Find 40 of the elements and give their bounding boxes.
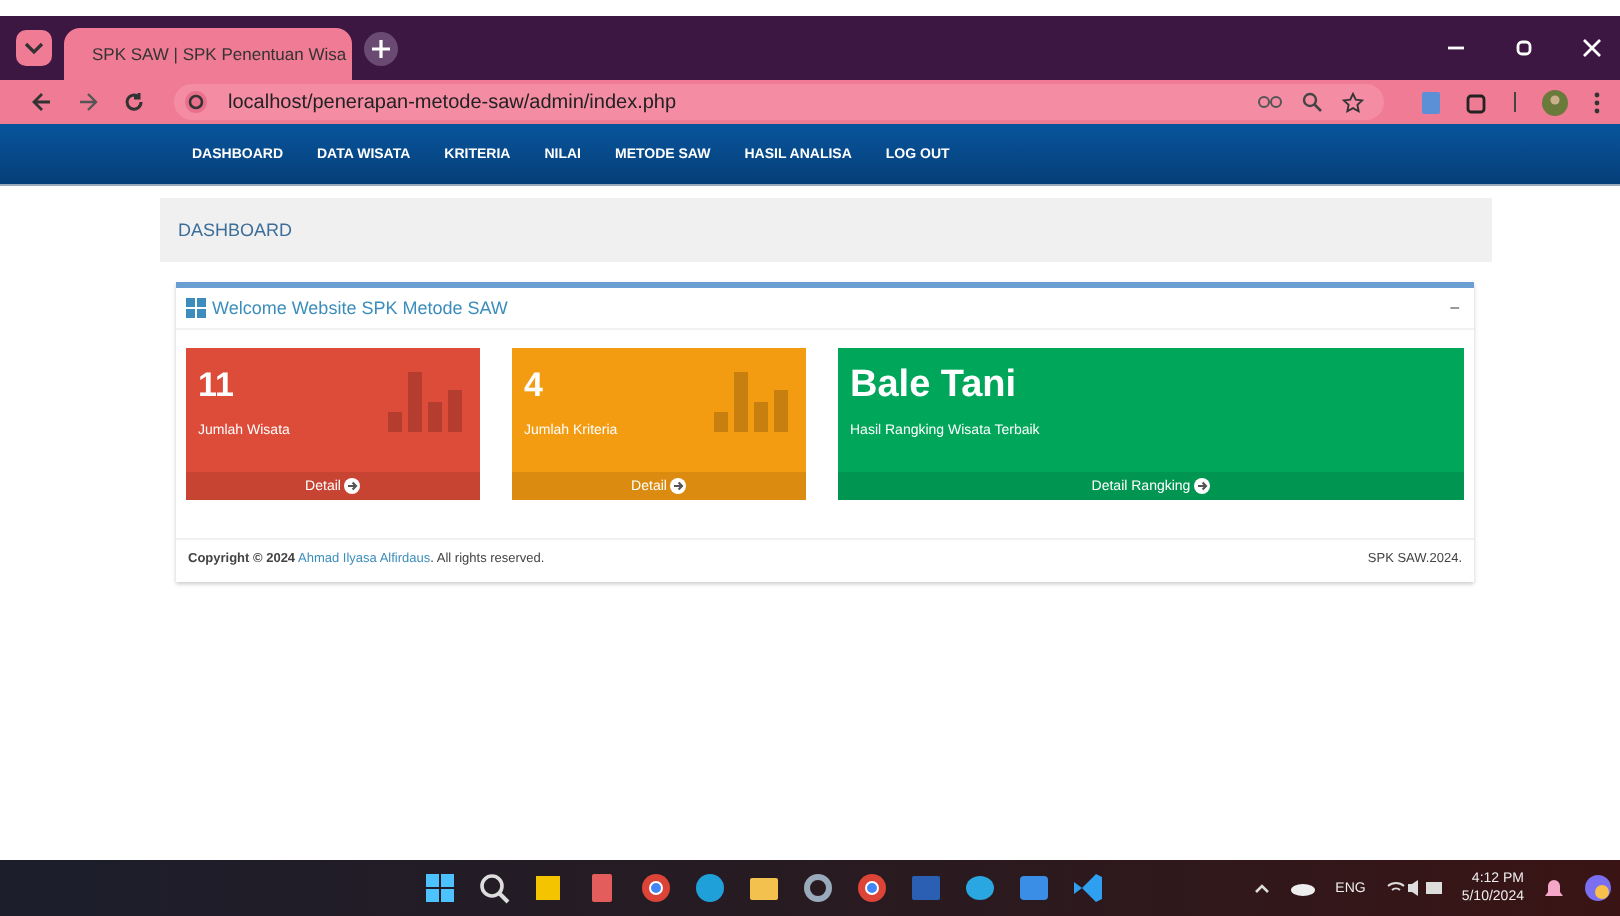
reload-icon[interactable] (124, 92, 144, 112)
new-tab-button[interactable] (364, 32, 398, 66)
bar-chart-icon (714, 372, 790, 432)
card-value: 11 (198, 364, 236, 408)
arrow-circle-icon (670, 478, 687, 494)
panel-title: Welcome Website SPK Metode SAW (212, 298, 508, 318)
chrome-icon[interactable] (856, 872, 888, 904)
arrow-circle-icon (1194, 478, 1211, 494)
page-title: DASHBOARD (178, 220, 293, 240)
arrow-circle-icon (344, 478, 361, 494)
vscode-icon[interactable] (1072, 872, 1104, 904)
back-arrow-icon[interactable] (32, 92, 52, 112)
restore-icon[interactable] (1514, 38, 1534, 58)
bar-chart-icon (388, 372, 464, 432)
password-key-icon[interactable] (1258, 94, 1282, 110)
url-text: localhost/penerapan-metode-saw/admin/index.php (228, 91, 677, 113)
card-value: Bale Tani (850, 364, 1019, 408)
tab-search-button[interactable] (16, 30, 52, 66)
wifi-volume-battery-icon[interactable] (1385, 878, 1442, 898)
chevron-up-icon[interactable] (1253, 882, 1270, 894)
folder-icon[interactable] (748, 872, 780, 904)
card-value: 4 (524, 364, 545, 408)
star-icon[interactable] (1342, 91, 1364, 113)
plus-icon (372, 40, 390, 58)
forward-arrow-icon[interactable] (78, 92, 98, 112)
chrome-icon[interactable] (640, 872, 672, 904)
menu-icon[interactable] (1594, 91, 1600, 113)
zoom-icon[interactable] (1302, 92, 1322, 112)
cloud-icon[interactable] (1289, 880, 1316, 896)
close-icon[interactable] (1582, 38, 1602, 58)
browser-tab[interactable]: SPK SAW | SPK Penentuan Wisa (64, 28, 352, 80)
chevron-icon (24, 42, 44, 54)
collapse-button[interactable]: − (1445, 298, 1464, 318)
windows-icon[interactable] (424, 872, 456, 904)
search-icon[interactable] (478, 872, 510, 904)
bell-icon[interactable] (1544, 877, 1564, 899)
tab-title: SPK SAW | SPK Penentuan Wisa (92, 44, 347, 64)
address-bar[interactable]: localhost/penerapan-metode-saw/admin/index.php (174, 84, 1384, 120)
windows-icon (186, 298, 206, 318)
site-info-icon[interactable] (184, 90, 208, 114)
